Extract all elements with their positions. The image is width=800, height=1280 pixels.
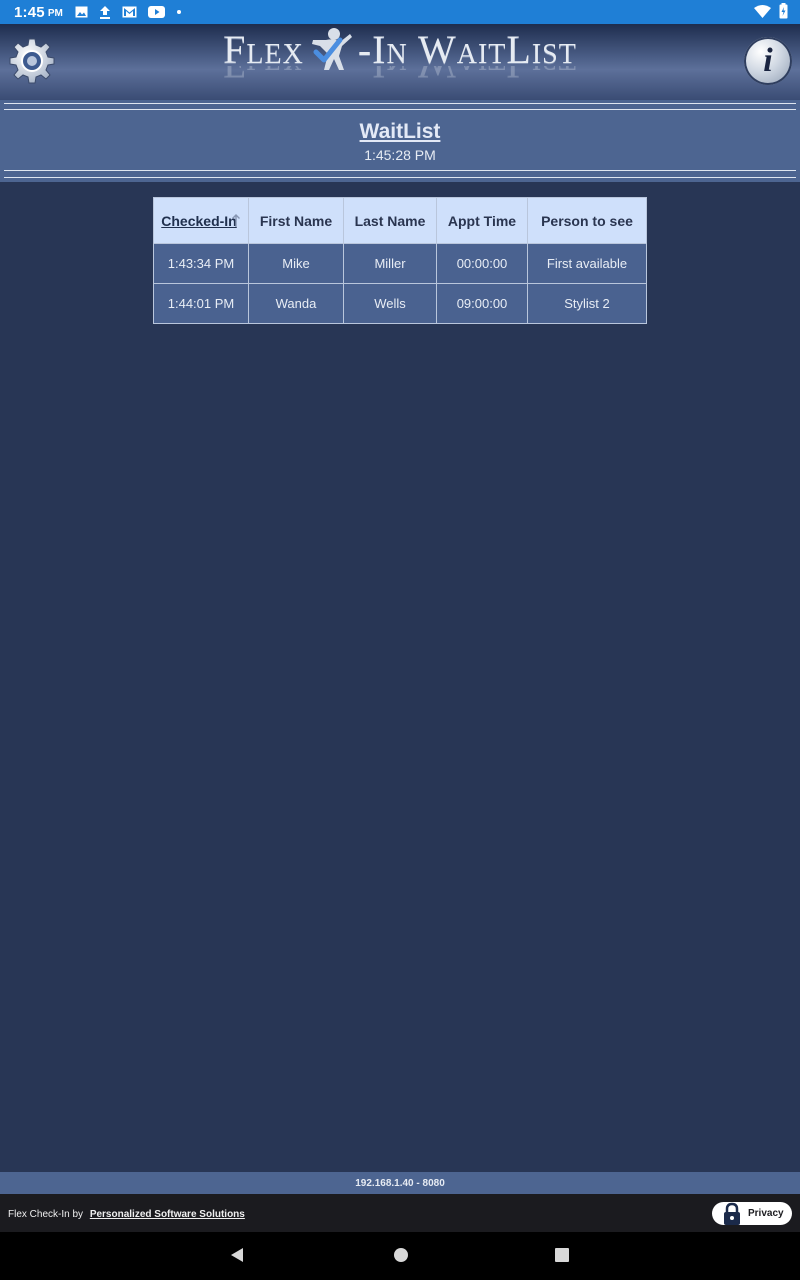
waitlist-table: Checked-In First Name Last Name Appt Tim… (153, 197, 647, 324)
cell-appt-time: 09:00:00 (436, 283, 528, 324)
status-bar: 1:45 PM (0, 0, 800, 24)
sort-link-checked-in[interactable]: Checked-In (161, 213, 236, 229)
status-ampm: PM (47, 8, 63, 19)
cell-person-to-see: Stylist 2 (527, 283, 647, 324)
dot-icon (176, 10, 181, 14)
footer: Flex Check-In by Personalized Software S… (0, 1194, 800, 1232)
home-icon[interactable] (392, 1246, 410, 1264)
lock-icon (724, 1202, 740, 1225)
logo-reflection-left: Flex (223, 66, 304, 88)
current-time: 1:45:28 PM (364, 147, 436, 163)
divider (4, 103, 796, 104)
image-icon (75, 6, 88, 18)
privacy-label: Privacy (748, 1208, 784, 1219)
divider (4, 177, 796, 178)
page-title[interactable]: WaitList (0, 120, 800, 144)
app-logo: Flex -In WaitList Flex -In WaitList (140, 27, 660, 98)
youtube-icon (147, 6, 165, 18)
back-icon[interactable] (228, 1246, 246, 1264)
column-header-checked-in[interactable]: Checked-In (153, 197, 249, 244)
cell-first-name: Mike (248, 243, 344, 284)
wifi-icon (754, 4, 771, 18)
upload-icon (99, 6, 110, 19)
cell-checked-in: 1:44:01 PM (153, 283, 249, 324)
column-header-first-name: First Name (248, 197, 344, 244)
table-row[interactable]: 1:43:34 PM Mike Miller 00:00:00 First av… (153, 243, 647, 284)
navigation-bar (0, 1232, 800, 1280)
footer-prefix: Flex Check-In by (8, 1209, 84, 1220)
table-header-row: Checked-In First Name Last Name Appt Tim… (153, 197, 647, 244)
cell-person-to-see: First available (527, 243, 647, 284)
company-link[interactable]: Personalized Software Solutions (90, 1209, 245, 1220)
recents-icon[interactable] (554, 1246, 570, 1264)
cell-last-name: Wells (343, 283, 437, 324)
gear-icon (9, 38, 55, 84)
settings-button[interactable] (8, 37, 56, 85)
column-header-appt-time: Appt Time (436, 197, 528, 244)
column-header-person-to-see: Person to see (527, 197, 647, 244)
info-icon: i (763, 42, 773, 79)
battery-icon (779, 3, 788, 19)
gmail-icon (122, 6, 137, 18)
app-header: Flex -In WaitList Flex -In WaitList i (0, 24, 800, 100)
info-button[interactable]: i (744, 37, 792, 85)
cell-checked-in: 1:43:34 PM (153, 243, 249, 284)
table-row[interactable]: 1:44:01 PM Wanda Wells 09:00:00 Stylist … (153, 283, 647, 324)
status-time: 1:45 (14, 3, 45, 21)
column-header-last-name: Last Name (343, 197, 437, 244)
divider (4, 109, 796, 110)
logo-reflection-right: -In WaitList (358, 66, 577, 88)
sort-ascending-icon (231, 213, 240, 227)
divider (4, 170, 796, 171)
cell-first-name: Wanda (248, 283, 344, 324)
cell-last-name: Miller (343, 243, 437, 284)
cell-appt-time: 00:00:00 (436, 243, 528, 284)
logo-reflection: Flex -In WaitList (223, 66, 577, 88)
server-address-bar: 192.168.1.40 - 8080 (0, 1172, 800, 1194)
server-address: 192.168.1.40 - 8080 (355, 1177, 445, 1189)
privacy-button[interactable]: Privacy (712, 1202, 792, 1225)
